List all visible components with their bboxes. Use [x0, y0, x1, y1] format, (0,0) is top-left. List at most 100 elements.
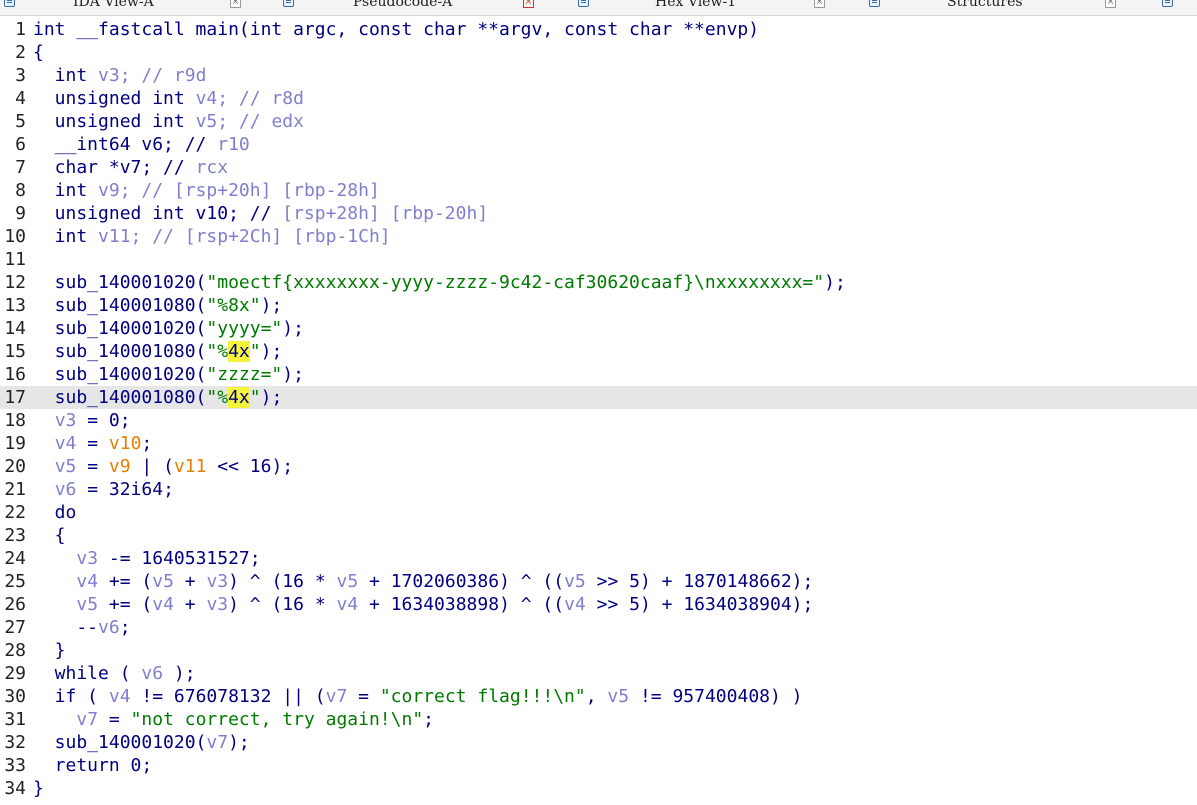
code-line[interactable]: 29 while ( v6 );: [0, 662, 1197, 685]
code-line[interactable]: 4 unsigned int v4; // r8d: [0, 87, 1197, 110]
code-token: v5: [564, 571, 586, 592]
tab-pseudocode[interactable]: Pseudocode-A ×: [278, 0, 548, 15]
code-line[interactable]: 19 v4 = v10;: [0, 432, 1197, 455]
code-token: int __fastcall main(int argc, const char…: [33, 19, 760, 40]
code-line[interactable]: 33 return 0;: [0, 754, 1197, 777]
code-line[interactable]: 26 v5 += (v4 + v3) ^ (16 * v4 + 16340388…: [0, 593, 1197, 616]
code-token: "%: [206, 387, 229, 408]
code-line[interactable]: 12 sub_140001020("moectf{xxxxxxxx-yyyy-z…: [0, 271, 1197, 294]
tab-label: IDA View-A: [73, 0, 154, 10]
close-icon[interactable]: ×: [814, 0, 825, 8]
close-icon[interactable]: ×: [1105, 0, 1116, 8]
code-line[interactable]: 8 int v9; // [rsp+20h] [rbp-28h]: [0, 179, 1197, 202]
code-token: ; //: [217, 88, 272, 109]
code-line[interactable]: 14 sub_140001020("yyyy=");: [0, 317, 1197, 340]
code-token: v11: [98, 226, 131, 247]
code-text: unsigned int v5; // edx: [33, 110, 304, 133]
code-line[interactable]: 10 int v11; // [rsp+2Ch] [rbp-1Ch]: [0, 225, 1197, 248]
code-token: [rsp+28h] [rbp-20h]: [282, 203, 489, 224]
code-token: sub_140001080(: [33, 387, 207, 408]
code-line[interactable]: 25 v4 += (v5 + v3) ^ (16 * v5 + 17020603…: [0, 570, 1197, 593]
code-line[interactable]: 15 sub_140001080("%4x");: [0, 340, 1197, 363]
local-types-icon[interactable]: [1162, 0, 1173, 7]
code-text: v5 += (v4 + v3) ^ (16 * v4 + 1634038898)…: [33, 593, 813, 616]
code-token: if (: [33, 686, 109, 707]
disassembly-view-icon: [4, 0, 15, 7]
code-line[interactable]: 6 __int64 v6; // r10: [0, 133, 1197, 156]
tab-ida-view[interactable]: IDA View-A ×: [0, 0, 250, 15]
line-number: 15: [4, 341, 26, 362]
code-line[interactable]: 3 int v3; // r9d: [0, 64, 1197, 87]
code-line[interactable]: 18 v3 = 0;: [0, 409, 1197, 432]
code-line[interactable]: 20 v5 = v9 | (v11 << 16);: [0, 455, 1197, 478]
code-text: --v6;: [33, 616, 130, 639]
line-number: 2: [15, 42, 26, 63]
line-number: 11: [4, 249, 26, 270]
code-line[interactable]: 17 sub_140001080("%4x");: [0, 386, 1197, 409]
code-text: v4 += (v5 + v3) ^ (16 * v5 + 1702060386)…: [33, 570, 813, 593]
code-line[interactable]: 21 v6 = 32i64;: [0, 478, 1197, 501]
line-number: 13: [4, 295, 26, 316]
code-token: v5: [195, 111, 218, 132]
code-line[interactable]: 22 do: [0, 501, 1197, 524]
line-number: 23: [4, 525, 26, 546]
code-line[interactable]: 34}: [0, 777, 1197, 800]
code-token: v6: [54, 479, 77, 500]
code-token: >> 5) + 1870148662);: [585, 571, 814, 592]
code-token: >> 5) + 1634038904);: [585, 594, 814, 615]
code-line[interactable]: 1 int __fastcall main(int argc, const cha…: [0, 18, 1197, 41]
code-line[interactable]: 30 if ( v4 != 676078132 || (v7 = "correc…: [0, 685, 1197, 708]
code-text: sub_140001020("moectf{xxxxxxxx-yyyy-zzzz…: [33, 271, 846, 294]
tab-bar: IDA View-A × Pseudocode-A × Hex View-1 ×…: [0, 0, 1197, 16]
line-number: 31: [4, 709, 26, 730]
code-line[interactable]: 11: [0, 248, 1197, 271]
code-line[interactable]: 31 v7 = "not correct, try again!\n";: [0, 708, 1197, 731]
line-number: 33: [4, 755, 26, 776]
code-text: v3 = 0;: [33, 409, 131, 432]
code-line[interactable]: 28 }: [0, 639, 1197, 662]
code-line[interactable]: 2{: [0, 41, 1197, 64]
code-text: sub_140001080("%8x");: [33, 294, 283, 317]
code-line[interactable]: 27 --v6;: [0, 616, 1197, 639]
code-token: v3: [206, 594, 229, 615]
pseudocode-editor[interactable]: 1 int __fastcall main(int argc, const cha…: [0, 18, 1197, 800]
code-line[interactable]: 32 sub_140001020(v7);: [0, 731, 1197, 754]
code-line[interactable]: 24 v3 -= 1640531527;: [0, 547, 1197, 570]
code-token: +: [173, 594, 207, 615]
code-token: v4: [336, 594, 359, 615]
line-number: 17: [4, 387, 26, 408]
code-token: v5: [336, 571, 359, 592]
code-line[interactable]: 13 sub_140001080("%8x");: [0, 294, 1197, 317]
code-line[interactable]: 23 {: [0, 524, 1197, 547]
code-token: ) ^ (16 *: [228, 594, 337, 615]
line-number: 1: [15, 19, 26, 40]
line-number: 27: [4, 617, 26, 638]
code-token: v11: [173, 456, 207, 477]
code-line[interactable]: 5 unsigned int v5; // edx: [0, 110, 1197, 133]
code-token: =: [76, 456, 109, 477]
line-number: 28: [4, 640, 26, 661]
code-token: sub_140001080(: [33, 295, 207, 316]
tab-hex-view[interactable]: Hex View-1 ×: [578, 0, 833, 15]
code-token: v5: [54, 456, 77, 477]
code-token: v6: [141, 663, 164, 684]
code-token: "%8x": [206, 295, 261, 316]
code-token: r10: [217, 134, 250, 155]
code-line[interactable]: 9 unsigned int v10; // [rsp+28h] [rbp-20…: [0, 202, 1197, 225]
code-token: =: [347, 686, 380, 707]
line-number: 26: [4, 594, 26, 615]
close-icon[interactable]: ×: [523, 0, 534, 8]
code-line[interactable]: 16 sub_140001020("zzzz=");: [0, 363, 1197, 386]
code-token: v3: [98, 65, 120, 86]
tab-structures[interactable]: Structures ×: [869, 0, 1169, 15]
code-token: v7: [76, 709, 99, 730]
code-token: rcx: [195, 157, 229, 178]
close-icon[interactable]: ×: [230, 0, 241, 8]
code-token: v4: [195, 88, 218, 109]
code-token: != 957400408) ): [629, 686, 803, 707]
code-line[interactable]: 7 char *v7; // rcx: [0, 156, 1197, 179]
